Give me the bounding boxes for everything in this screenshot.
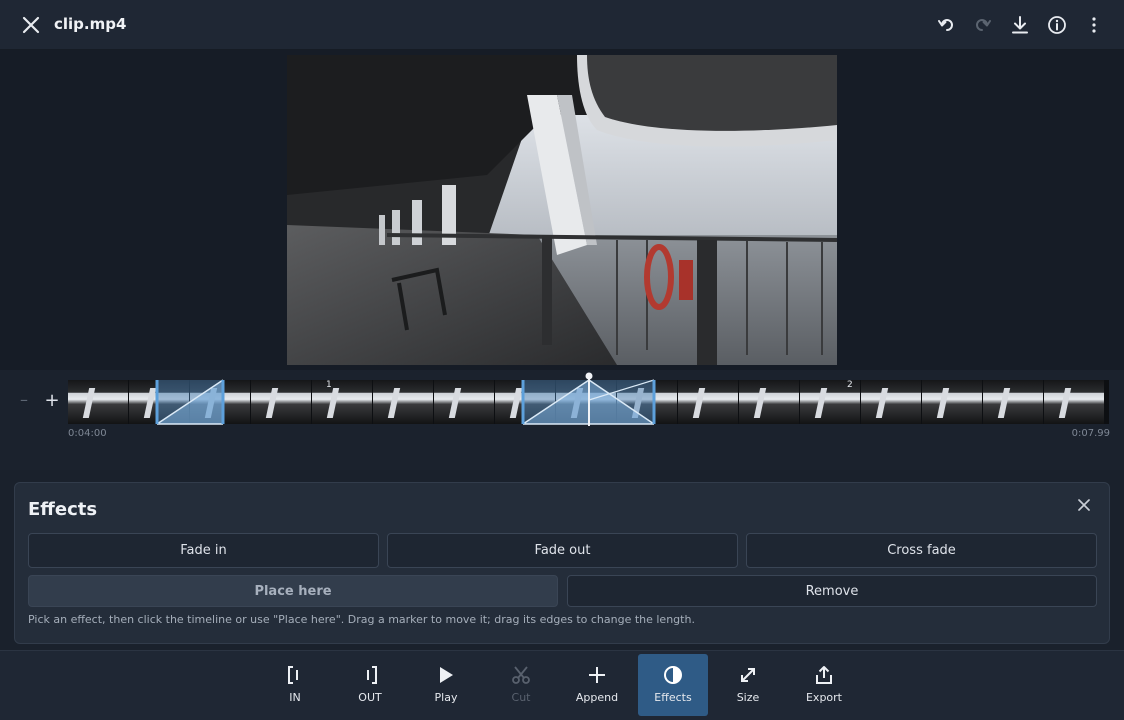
- file-title: clip.mp4: [54, 15, 127, 33]
- top-actions: [927, 6, 1112, 43]
- tool-label: Append: [575, 691, 619, 704]
- share-export-icon: [816, 666, 832, 684]
- tool-label: Export: [805, 691, 842, 704]
- scissors-icon: [512, 666, 530, 684]
- tool-label: Effects: [654, 691, 692, 704]
- play-icon: [440, 667, 453, 683]
- resize-icon: [741, 668, 755, 682]
- contrast-icon: [664, 666, 682, 684]
- mark-out-icon: [367, 666, 377, 684]
- play-button[interactable]: Play: [411, 654, 481, 716]
- remove-button[interactable]: Remove: [567, 575, 1097, 607]
- timeline-start-time: 0:04:00: [68, 428, 107, 439]
- bottom-toolbar: IN OUT Play Cut Append Effects Size Expo…: [0, 650, 1124, 720]
- panel-close-button[interactable]: [1073, 494, 1095, 516]
- fade-in-marker[interactable]: [155, 379, 225, 425]
- close-icon: [22, 16, 39, 33]
- effects-hint: Pick an effect, then click the timeline …: [28, 613, 695, 626]
- effect-markers-overlay: [155, 372, 656, 426]
- fade-out-button[interactable]: Fade out: [387, 533, 738, 568]
- redo-button[interactable]: [964, 6, 1001, 43]
- export-button[interactable]: Export: [789, 654, 859, 716]
- video-frame-image: [287, 55, 837, 365]
- info-button[interactable]: [1038, 6, 1075, 43]
- close-button[interactable]: [12, 6, 49, 43]
- place-here-button[interactable]: Place here: [28, 575, 558, 607]
- zoom-in-button[interactable]: +: [43, 392, 61, 410]
- effects-panel: Effects Fade in Fade out Cross fade Plac…: [14, 482, 1110, 644]
- tool-label: Cut: [511, 691, 531, 704]
- undo-button[interactable]: [927, 6, 964, 43]
- top-bar: clip.mp4: [0, 0, 1124, 50]
- effect-marker-number: 1: [326, 380, 332, 390]
- close-icon: [1078, 499, 1090, 511]
- tool-label: IN: [289, 691, 301, 704]
- size-button[interactable]: Size: [713, 654, 783, 716]
- more-options-button[interactable]: [1075, 6, 1112, 43]
- info-icon: [1047, 15, 1066, 34]
- effect-marker-number: 2: [847, 380, 853, 390]
- effects-button[interactable]: Effects: [638, 654, 708, 716]
- redo-icon: [975, 18, 991, 31]
- plus-icon: [589, 667, 605, 683]
- download-icon: [1011, 15, 1028, 33]
- timeline: – + 1 2 0:04:00 0:07.99: [0, 370, 1124, 470]
- more-vert-icon: [1091, 16, 1096, 33]
- panel-title: Effects: [28, 499, 98, 520]
- timeline-end-time: 0:07.99: [1071, 428, 1110, 439]
- undo-icon: [937, 18, 953, 31]
- mark-in-icon: [288, 666, 298, 684]
- set-out-button[interactable]: OUT: [335, 654, 405, 716]
- zoom-out-button[interactable]: –: [16, 392, 32, 408]
- tool-label: OUT: [358, 691, 382, 704]
- fade-in-button[interactable]: Fade in: [28, 533, 379, 568]
- cut-button[interactable]: Cut: [486, 654, 556, 716]
- cross-fade-button[interactable]: Cross fade: [746, 533, 1097, 568]
- append-button[interactable]: Append: [562, 654, 632, 716]
- tool-label: Play: [434, 691, 458, 704]
- tool-label: Size: [736, 691, 760, 704]
- download-button[interactable]: [1001, 6, 1038, 43]
- set-in-button[interactable]: IN: [260, 654, 330, 716]
- video-preview[interactable]: [287, 55, 837, 365]
- preview-stage: [0, 50, 1124, 370]
